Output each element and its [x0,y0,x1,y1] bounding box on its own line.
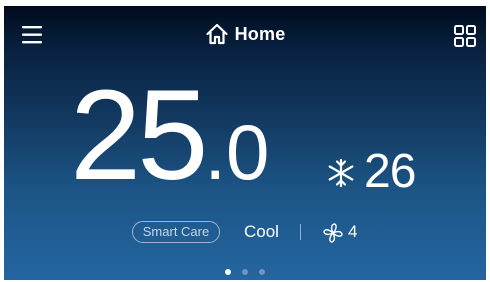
divider [300,224,301,240]
page-dot-3[interactable] [259,269,265,275]
thermostat-screen: Home 25.0 26 Smart Care Cool 4 [4,6,486,280]
page-indicator [4,269,486,277]
fan-icon [323,223,343,243]
mode-label[interactable]: Cool [244,221,279,243]
home-icon [205,23,228,45]
snowflake-icon [328,158,354,188]
temperature-integer: 25 [70,64,208,207]
page-dot-2[interactable] [242,269,248,275]
fan-speed-value[interactable]: 4 [348,221,357,243]
temperature-decimal: .0 [204,108,270,196]
current-temperature: 25.0 [70,72,269,200]
page-dot-1[interactable] [225,269,231,275]
setpoint-temperature[interactable]: 26 [364,148,416,196]
grid-view-icon[interactable] [453,24,477,48]
status-row: Smart Care Cool 4 [4,221,486,247]
smart-care-button[interactable]: Smart Care [132,221,220,243]
page-title: Home [234,23,286,44]
header-title-group[interactable]: Home [4,20,486,48]
